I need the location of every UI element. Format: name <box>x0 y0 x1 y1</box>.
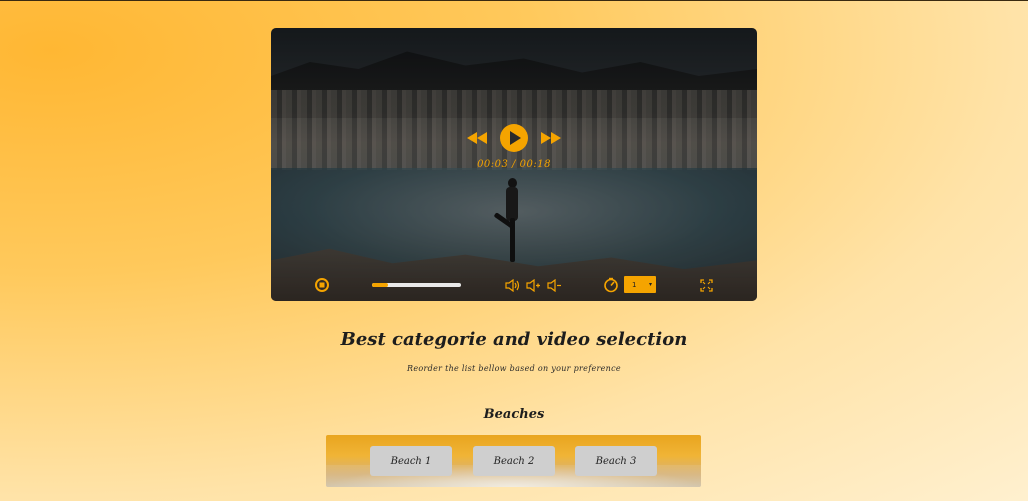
list-item[interactable]: Beach 3 <box>575 446 657 476</box>
category-list: Beach 1 Beach 2 Beach 3 <box>326 435 701 487</box>
stop-icon[interactable] <box>313 273 331 297</box>
chevron-down-icon: ▾ <box>648 281 652 288</box>
time-display: 00:03 / 00:18 <box>477 159 551 170</box>
category-title: Beaches <box>483 407 545 422</box>
volume-minus-icon[interactable] <box>545 273 563 297</box>
list-item[interactable]: Beach 1 <box>370 446 452 476</box>
progress-fill <box>372 283 389 287</box>
progress-bar[interactable] <box>372 283 461 287</box>
page-subtitle: Reorder the list bellow based on your pr… <box>407 364 621 373</box>
playback-speed-value: 1 <box>632 280 637 289</box>
list-item[interactable]: Beach 2 <box>473 446 555 476</box>
control-bar: 1 ▾ <box>271 273 757 297</box>
fast-forward-icon[interactable] <box>540 130 562 146</box>
top-border <box>0 0 1028 1</box>
fullscreen-icon[interactable] <box>697 273 715 297</box>
volume-up-icon[interactable] <box>503 273 521 297</box>
page-title: Best categorie and video selection <box>340 329 688 350</box>
center-controls <box>466 121 562 155</box>
video-player[interactable]: 00:03 / 00:18 1 ▾ <box>271 28 757 301</box>
rewind-icon[interactable] <box>466 130 488 146</box>
speedometer-icon <box>602 273 620 297</box>
playback-speed-select[interactable]: 1 ▾ <box>624 276 656 293</box>
volume-plus-icon[interactable] <box>524 273 542 297</box>
play-icon[interactable] <box>499 123 529 153</box>
